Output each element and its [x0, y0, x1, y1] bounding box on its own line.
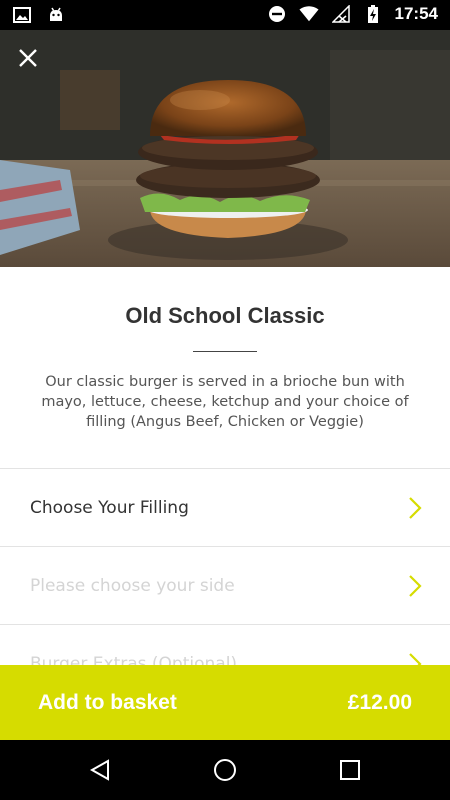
- wifi-icon: [298, 4, 319, 24]
- home-icon: [214, 759, 236, 781]
- recents-icon: [340, 760, 360, 780]
- image-icon: [12, 5, 32, 25]
- status-bar: 17:54: [0, 0, 450, 30]
- android-icon: [46, 5, 66, 25]
- product-details: Old School Classic Our classic burger is…: [0, 267, 450, 432]
- close-button[interactable]: [14, 44, 42, 72]
- signal-icon: [331, 4, 351, 24]
- burger-illustration: [0, 30, 450, 267]
- home-button[interactable]: [213, 758, 237, 782]
- title-divider: [193, 351, 257, 352]
- do-not-disturb-icon: [267, 4, 287, 24]
- product-description: Our classic burger is served in a brioch…: [41, 374, 409, 430]
- option-label: Choose Your Filling: [30, 497, 189, 518]
- option-label: Please choose your side: [30, 575, 235, 596]
- chevron-right-icon: [409, 575, 422, 597]
- option-choose-filling[interactable]: Choose Your Filling: [0, 468, 450, 546]
- recents-button[interactable]: [338, 758, 362, 782]
- burger-photo: [0, 30, 450, 267]
- navigation-bar: [0, 740, 450, 800]
- back-button[interactable]: [88, 758, 112, 782]
- product-title: Old School Classic: [125, 303, 325, 328]
- basket-label: Add to basket: [38, 690, 177, 714]
- add-to-basket-button[interactable]: Add to basket £12.00: [0, 665, 450, 740]
- option-choose-side[interactable]: Please choose your side: [0, 546, 450, 624]
- close-icon: [19, 49, 37, 67]
- battery-charging-icon: [363, 4, 383, 24]
- clock: 17:54: [394, 4, 438, 23]
- back-icon: [89, 759, 109, 781]
- basket-price: £12.00: [347, 690, 412, 714]
- chevron-right-icon: [409, 497, 422, 519]
